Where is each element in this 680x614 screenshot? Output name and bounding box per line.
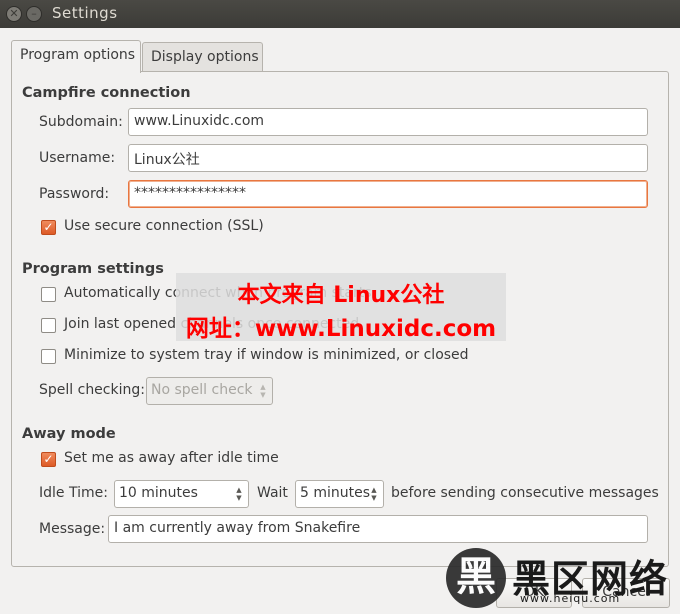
username-label: Username:: [39, 150, 116, 166]
wait-value: 5 minutes: [300, 485, 371, 501]
away-idle-label: Set me as away after idle time: [64, 450, 279, 466]
minimize-icon[interactable]: –: [26, 6, 42, 22]
minimize-tray-checkbox[interactable]: [41, 349, 56, 364]
spell-checking-value: No spell check: [151, 382, 253, 398]
wait-label: Wait: [257, 485, 288, 501]
idle-time-value: 10 minutes: [119, 485, 198, 501]
username-input[interactable]: Linux公社: [128, 144, 648, 172]
idle-time-select[interactable]: 10 minutes ▲ ▼: [114, 480, 249, 508]
minimize-tray-label: Minimize to system tray if window is min…: [64, 347, 469, 363]
idle-time-label: Idle Time:: [39, 485, 108, 501]
message-label: Message:: [39, 521, 106, 537]
window-title: Settings: [52, 4, 118, 22]
wait-suffix-label: before sending consecutive messages: [391, 485, 659, 501]
subdomain-input[interactable]: www.Linuxidc.com: [128, 108, 648, 136]
watermark-line-2: 网址：www.Linuxidc.com: [185, 316, 497, 342]
site-logo-icon: 黑: [446, 548, 506, 608]
watermark-overlay: 本文来自 Linux公社 网址：www.Linuxidc.com: [176, 273, 506, 342]
campfire-connection-heading: Campfire connection: [22, 85, 191, 101]
spin-arrows-icon: ▲ ▼: [236, 486, 242, 502]
subdomain-label: Subdomain:: [39, 114, 123, 130]
join-channels-checkbox[interactable]: [41, 318, 56, 333]
away-message-input[interactable]: I am currently away from Snakefire: [108, 515, 648, 543]
password-label: Password:: [39, 186, 110, 202]
away-mode-heading: Away mode: [22, 426, 116, 442]
program-settings-heading: Program settings: [22, 261, 164, 277]
ssl-checkbox[interactable]: ✓: [41, 220, 56, 235]
spell-checking-label: Spell checking:: [39, 382, 145, 398]
tab-program-options[interactable]: Program options: [11, 40, 141, 73]
title-bar: ✕ – Settings: [0, 0, 680, 28]
spell-checking-select[interactable]: No spell check ▲ ▼: [146, 377, 273, 405]
spin-arrows-icon: ▲ ▼: [260, 383, 266, 399]
tab-display-options[interactable]: Display options: [142, 42, 263, 72]
spin-arrows-icon: ▲ ▼: [371, 486, 377, 502]
password-input[interactable]: ****************: [128, 180, 648, 208]
site-logo-url: www.heiqu.com: [520, 592, 621, 605]
close-icon[interactable]: ✕: [6, 6, 22, 22]
auto-connect-checkbox[interactable]: [41, 287, 56, 302]
away-idle-checkbox[interactable]: ✓: [41, 452, 56, 467]
watermark-line-1: 本文来自 Linux公社: [237, 283, 445, 308]
wait-select[interactable]: 5 minutes ▲ ▼: [295, 480, 384, 508]
ssl-label: Use secure connection (SSL): [64, 218, 264, 234]
